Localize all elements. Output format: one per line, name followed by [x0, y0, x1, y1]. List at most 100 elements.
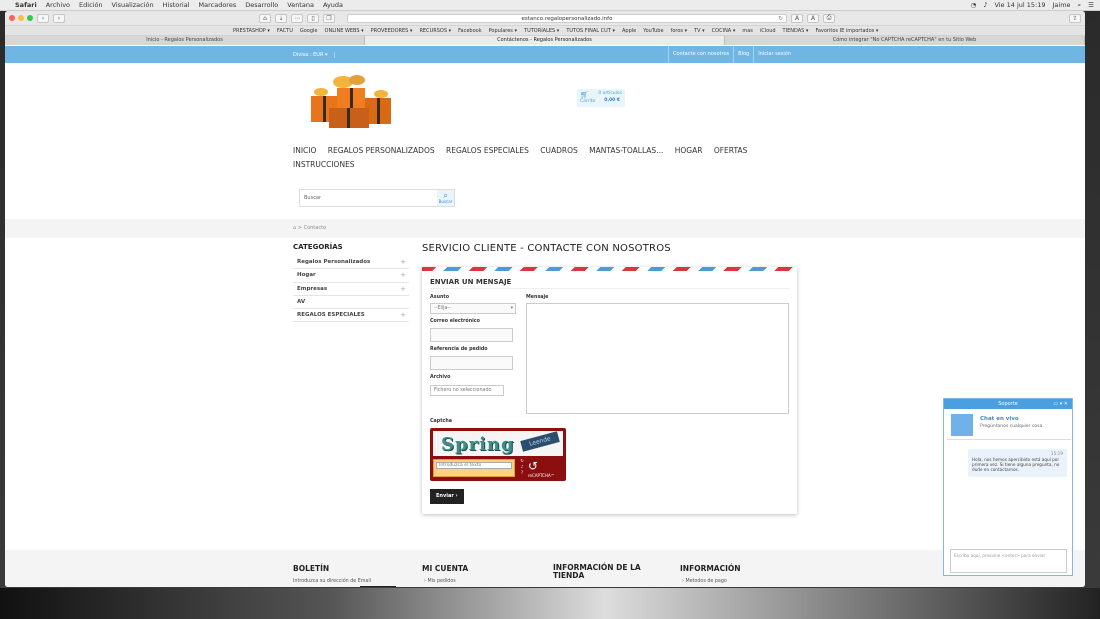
expand-icon[interactable]: + — [400, 309, 406, 322]
favorite-link[interactable]: Populares ▾ — [489, 28, 517, 34]
nav-mantas[interactable]: MANTAS-TOALLAS... — [589, 146, 663, 155]
print-icon[interactable]: ⎙ — [823, 13, 835, 23]
menu-item[interactable]: Edición — [79, 1, 103, 9]
currency-selector[interactable]: Divisa : EUR ▾ — [293, 51, 335, 58]
expand-icon[interactable]: + — [400, 269, 406, 282]
captcha-input[interactable]: Introduzca el texto — [436, 462, 512, 469]
favorite-link[interactable]: RECURSOS ▾ — [419, 28, 451, 34]
email-field[interactable] — [430, 328, 513, 342]
back-button[interactable]: ‹ — [37, 13, 49, 23]
close-icon[interactable] — [9, 15, 15, 21]
category-item[interactable]: REGALOS ESPECIALES + — [293, 309, 409, 323]
favorite-link[interactable]: ONLINE WEBS ▾ — [325, 28, 364, 34]
category-item[interactable]: AV — [293, 296, 409, 310]
email-label: Correo electrónico — [430, 319, 480, 324]
tab-captcha-article[interactable]: Cómo integrar "No CAPTCHA reCAPTCHA" en … — [725, 36, 1085, 45]
menubar-user[interactable]: Jaime — [1052, 1, 1070, 9]
menu-app[interactable]: Safari — [15, 1, 37, 9]
nav-inicio[interactable]: INICIO — [293, 146, 316, 155]
nav-instrucciones[interactable]: INSTRUCCIONES — [293, 160, 355, 169]
macos-menubar: Safari Archivo Edición Visualización His… — [0, 0, 1100, 11]
favorite-link[interactable]: TV ▾ — [694, 28, 705, 34]
address-bar[interactable]: estanco.regalopersonalizado.info ↻ — [347, 13, 787, 23]
help-icon[interactable]: ? — [518, 470, 526, 475]
home-breadcrumb-icon[interactable]: ⌂ — [293, 225, 296, 231]
expand-icon[interactable]: + — [400, 256, 406, 269]
account-link[interactable]: › Mis pedidos — [424, 579, 456, 584]
volume-icon[interactable]: ♪ — [983, 1, 987, 9]
menu-item[interactable]: Ayuda — [323, 1, 343, 9]
text-smaller-button[interactable]: A — [791, 13, 803, 23]
favorite-link[interactable]: Favoritos IE importados ▾ — [815, 28, 878, 34]
favorite-link[interactable]: FACTU — [277, 28, 293, 34]
refresh-icon[interactable]: ↻ — [518, 458, 526, 463]
newsletter-button[interactable] — [360, 586, 396, 587]
tabs-icon[interactable]: ❐ — [323, 13, 335, 23]
cart-total: 0,00 € — [604, 98, 620, 103]
share-icon[interactable]: ⇪ — [1069, 13, 1081, 23]
favorite-link[interactable]: Google — [300, 28, 318, 34]
favorite-link[interactable]: YouTube — [643, 28, 663, 34]
nav-ofertas[interactable]: OFERTAS — [714, 146, 748, 155]
text-bigger-button[interactable]: A — [807, 13, 819, 23]
spotlight-icon[interactable]: ⌕ — [1078, 1, 1082, 10]
send-button[interactable]: Enviar › — [430, 489, 464, 504]
favorite-link[interactable]: COCINA ▾ — [712, 28, 736, 34]
nav-hogar[interactable]: HOGAR — [675, 146, 703, 155]
expand-icon[interactable]: + — [400, 283, 406, 296]
favorite-link[interactable]: iCloud — [760, 28, 776, 34]
tab-inicio[interactable]: Inicio - Regalos Personalizados — [5, 36, 365, 45]
reload-icon[interactable]: ↻ — [778, 15, 783, 23]
menu-item[interactable]: Desarrollo — [245, 1, 278, 9]
nav-cuadros[interactable]: CUADROS — [540, 146, 578, 155]
contact-link[interactable]: Contacte con nosotros — [667, 46, 733, 63]
grid-icon[interactable]: ⋯ — [291, 13, 303, 23]
favorite-link[interactable]: PRESTASHOP ▾ — [233, 28, 270, 34]
login-link[interactable]: Iniciar sesión — [753, 46, 795, 63]
menu-item[interactable]: Archivo — [46, 1, 70, 9]
captcha-word: Leende — [520, 431, 560, 452]
wifi-icon[interactable]: ◔ — [971, 1, 977, 9]
nav-regalos-personalizados[interactable]: REGALOS PERSONALIZADOS — [328, 146, 435, 155]
menu-item[interactable]: Marcadores — [199, 1, 237, 9]
order-ref-field[interactable] — [430, 356, 513, 370]
menu-item[interactable]: Visualización — [112, 1, 154, 9]
chat-controls[interactable]: ▭ ▾ ✕ — [1053, 399, 1068, 409]
message-textarea[interactable] — [526, 303, 789, 414]
sidebar-icon[interactable]: ▯ — [307, 13, 319, 23]
search-button[interactable]: ⌕ Buscar — [437, 190, 454, 206]
zoom-icon[interactable] — [27, 15, 33, 21]
tab-contacto[interactable]: Contáctenos - Regalos Personalizados — [365, 36, 725, 45]
forward-button[interactable]: › — [53, 13, 65, 23]
cart-widget[interactable]: 🛒︎ 0 artículos 0,00 € Carrito — [577, 89, 625, 107]
menubar-clock[interactable]: Vie 14 jul 15:19 — [994, 1, 1045, 9]
favorite-link[interactable]: TUTOS FINAL CUT ▾ — [566, 28, 615, 34]
captcha-input-wrap: Introduzca el texto — [433, 459, 515, 477]
minimize-icon[interactable] — [18, 15, 24, 21]
category-item[interactable]: Regalos Personalizados + — [293, 256, 409, 270]
menu-item[interactable]: Historial — [163, 1, 190, 9]
favorite-link[interactable]: PROVEEDORES ▾ — [371, 28, 413, 34]
favorite-link[interactable]: Facebook — [458, 28, 482, 34]
shop-logo[interactable] — [305, 74, 401, 130]
menu-item[interactable]: Ventana — [287, 1, 314, 9]
blog-link[interactable]: Blog — [733, 46, 753, 63]
favorite-link[interactable]: TUTORIALES ▾ — [524, 28, 559, 34]
favorite-link[interactable]: Apple — [622, 28, 636, 34]
category-item[interactable]: Empresas + — [293, 283, 409, 296]
favorite-link[interactable]: mas — [742, 28, 753, 34]
search-input[interactable]: Buscar — [300, 190, 437, 206]
nav-regalos-especiales[interactable]: REGALOS ESPECIALES — [446, 146, 529, 155]
info-link[interactable]: › Metodos de pago — [682, 579, 727, 584]
file-input[interactable]: Fichero no seleccionado — [430, 385, 504, 396]
notification-icon[interactable]: ☰ — [1088, 1, 1094, 9]
subject-select[interactable]: --Elija-- ▾ — [430, 303, 516, 314]
page-title: SERVICIO CLIENTE - CONTACTE CON NOSOTROS — [422, 243, 671, 254]
favorite-link[interactable]: foros ▾ — [671, 28, 688, 34]
chat-input[interactable]: Escriba aquí, presione <enter> para envi… — [950, 549, 1067, 573]
category-item[interactable]: Hogar + — [293, 269, 409, 283]
download-icon[interactable]: ⇣ — [275, 13, 287, 23]
audio-icon[interactable]: ♪ — [518, 464, 526, 469]
home-icon[interactable]: ⌂ — [259, 13, 271, 23]
favorite-link[interactable]: TIENDAS ▾ — [783, 28, 809, 34]
